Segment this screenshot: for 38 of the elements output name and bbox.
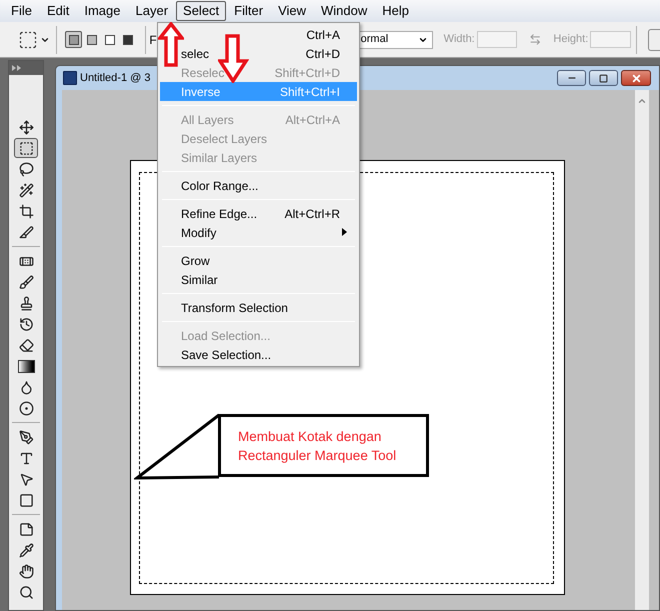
menu-item[interactable]: Layer bbox=[128, 1, 176, 21]
marquee-preset-icon[interactable] bbox=[18, 30, 38, 50]
window-title: Untitled-1 @ 3 bbox=[80, 70, 150, 86]
menu-item[interactable]: Image bbox=[77, 1, 128, 21]
height-label: Height: bbox=[553, 32, 588, 48]
menu-entry[interactable]: selec Ctrl+D bbox=[160, 44, 357, 63]
new-selection-icon[interactable] bbox=[65, 31, 82, 48]
app-icon bbox=[63, 71, 77, 85]
marquee-tool-icon[interactable] bbox=[14, 138, 38, 158]
menu-item[interactable]: Help bbox=[375, 1, 416, 21]
menu-item[interactable]: Window bbox=[314, 1, 374, 21]
minimize-button[interactable] bbox=[557, 70, 586, 86]
menu-entry[interactable]: Transform Selection bbox=[160, 298, 357, 317]
height-field[interactable] bbox=[590, 31, 630, 48]
menu-entry[interactable]: Modify bbox=[160, 223, 357, 242]
width-field[interactable] bbox=[476, 31, 517, 48]
menu-item[interactable]: Filter bbox=[227, 1, 270, 21]
menu-entry[interactable]: Refine Edge... Alt+Ctrl+R bbox=[160, 204, 357, 223]
menu-entry[interactable]: Color Range... bbox=[160, 176, 357, 195]
menu-item[interactable]: Edit bbox=[40, 1, 76, 21]
close-button[interactable] bbox=[621, 70, 651, 86]
close-icon bbox=[630, 72, 642, 84]
scrollbar[interactable] bbox=[635, 90, 649, 610]
menu-item[interactable]: Select bbox=[176, 1, 226, 21]
menu-item[interactable]: File bbox=[4, 1, 39, 21]
scroll-up-icon[interactable] bbox=[637, 96, 647, 106]
callout-text: Rectanguler Marquee Tool bbox=[238, 446, 398, 464]
menu-entry[interactable]: Save Selection... bbox=[160, 345, 357, 364]
menu-entry[interactable]: Grow bbox=[160, 251, 357, 270]
maximize-button[interactable] bbox=[589, 70, 618, 86]
feather-label: F bbox=[149, 32, 157, 48]
menu-entry[interactable]: Similar bbox=[160, 270, 357, 289]
callout-text: Membuat Kotak dengan bbox=[238, 428, 382, 446]
width-label: Width: bbox=[444, 32, 475, 48]
collapse-icon[interactable] bbox=[12, 65, 22, 71]
maximize-icon bbox=[599, 74, 608, 82]
refine-button[interactable] bbox=[648, 28, 660, 50]
menu-item[interactable]: View bbox=[271, 1, 314, 21]
